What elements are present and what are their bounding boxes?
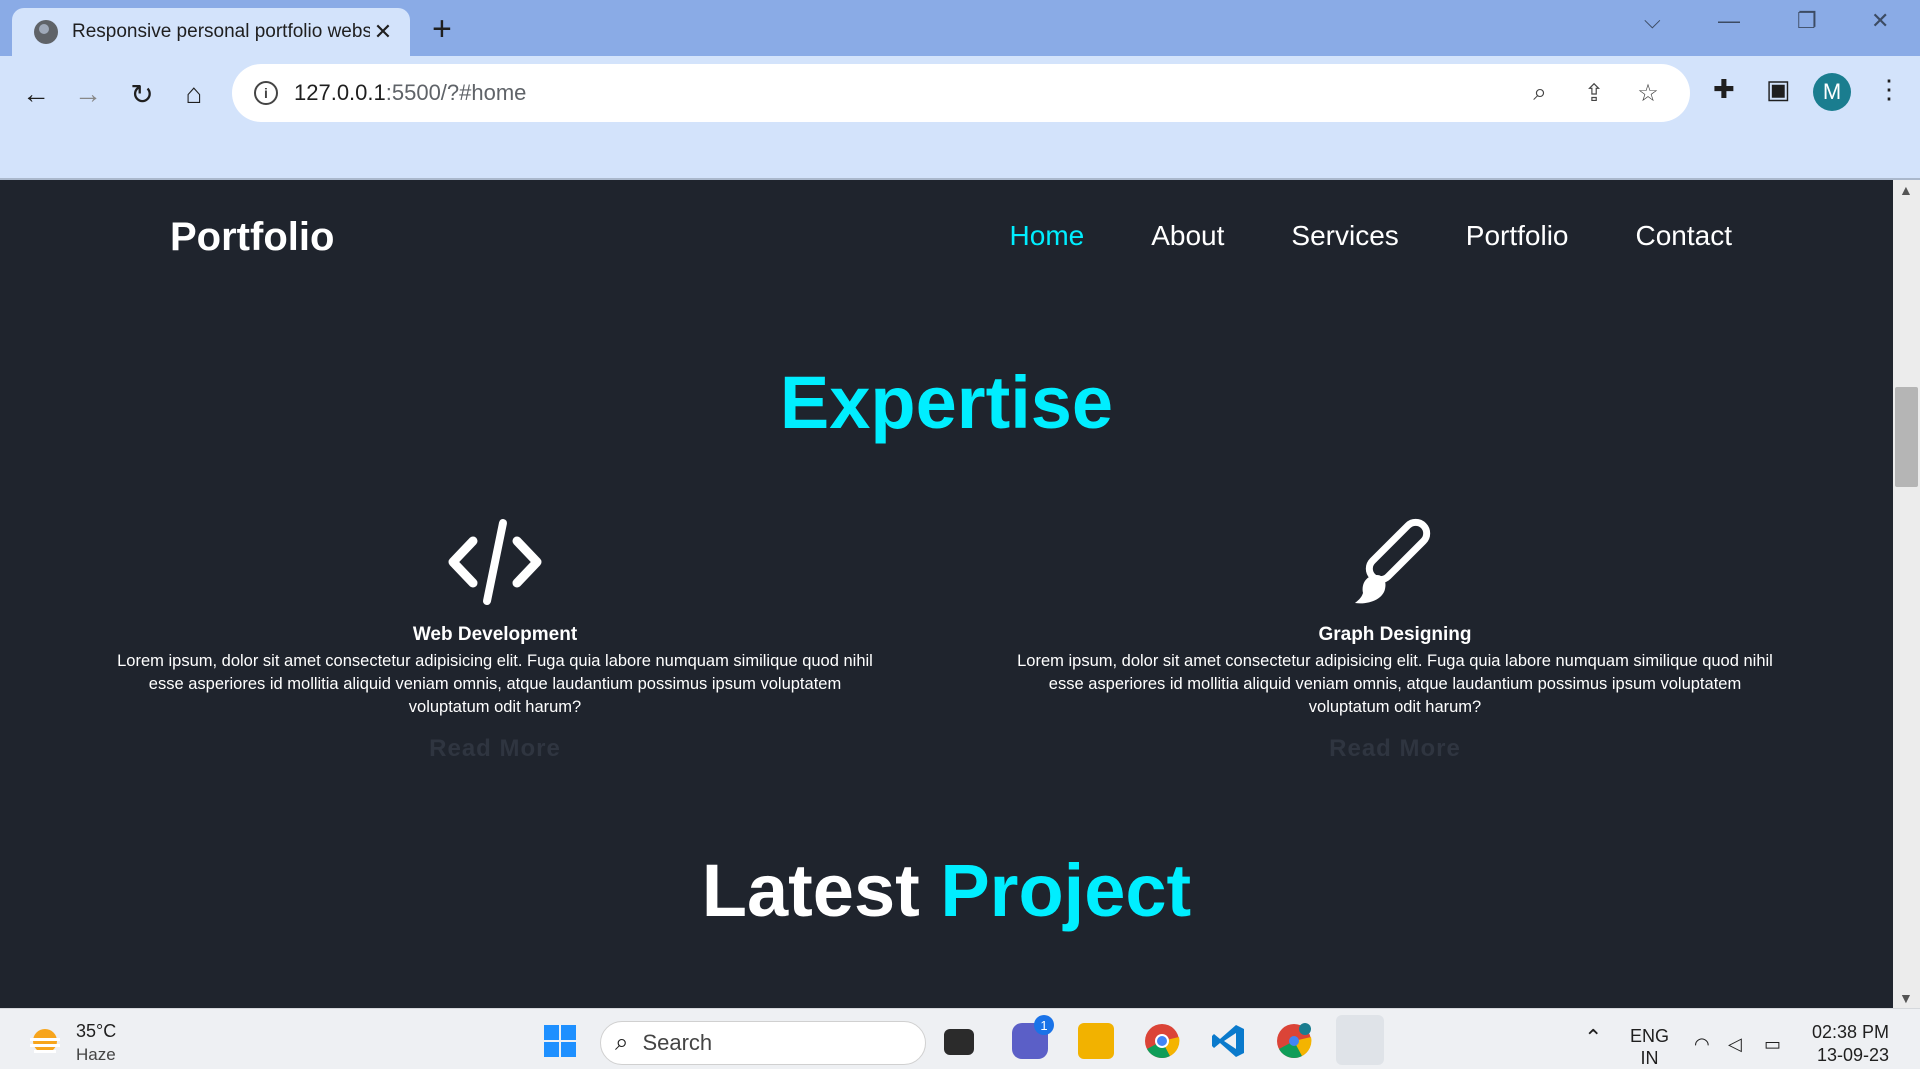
card-title: Web Development [412, 624, 578, 645]
weather-description[interactable]: Haze [76, 1045, 116, 1065]
show-hidden-icons-chevron-icon[interactable]: ⌃ [1584, 1027, 1602, 1049]
url-text[interactable]: 127.0.0.1:5500/?#home [294, 80, 1506, 106]
language-code: ENG [1630, 1026, 1670, 1046]
card-text: Lorem ipsum, dolor sit amet consectetur … [117, 652, 873, 716]
card-title: Graph Designing [1318, 624, 1472, 645]
taskbar-search-box[interactable]: ⌕ Search [600, 1021, 926, 1065]
page-scrollbar[interactable]: ▲ ▼ [1893, 180, 1920, 1008]
read-more-link[interactable]: Read More [429, 735, 561, 763]
taskbar-clock[interactable]: 02:38 PM 13-09-23 [1812, 1021, 1889, 1067]
chrome-icon[interactable] [1144, 1023, 1180, 1059]
paintbrush-icon [1000, 514, 1790, 610]
scroll-up-arrow-icon[interactable]: ▲ [1899, 182, 1913, 198]
forward-arrow-icon[interactable]: → [68, 74, 108, 114]
latest-project-heading-white: Latest [701, 849, 920, 932]
region-code: IN [1640, 1048, 1659, 1068]
read-more-link[interactable]: Read More [1329, 735, 1461, 763]
menu-kebab-icon[interactable]: ⋮ [1876, 74, 1902, 105]
zoom-icon[interactable]: ⌕ [1520, 79, 1560, 107]
latest-project-heading: Latest Project [0, 848, 1893, 933]
wifi-icon[interactable]: ◠ [1694, 1033, 1710, 1055]
side-panel-icon[interactable]: ▣ [1766, 74, 1791, 105]
site-nav: Home About Services Portfolio Contact [1010, 220, 1732, 252]
browser-tab-strip: Responsive personal portfolio websi ✕ + … [0, 0, 1920, 56]
restore-button[interactable]: ❐ [1797, 8, 1817, 34]
vscode-icon[interactable] [1210, 1023, 1246, 1059]
back-arrow-icon[interactable]: ← [16, 74, 56, 114]
nav-about-link[interactable]: About [1151, 220, 1224, 252]
expertise-card-design: Graph Designing Lorem ipsum, dolor sit a… [1000, 514, 1790, 763]
close-tab-button[interactable]: ✕ [370, 19, 396, 45]
teams-chat-icon[interactable]: 1 [1012, 1015, 1054, 1059]
expertise-card-web: Web Development Lorem ipsum, dolor sit a… [100, 514, 890, 763]
card-text: Lorem ipsum, dolor sit amet consectetur … [1017, 652, 1773, 716]
globe-icon [34, 20, 58, 44]
task-view-icon[interactable] [944, 1029, 974, 1055]
clock-date: 13-09-23 [1816, 1045, 1890, 1065]
taskbar-search-placeholder: Search [642, 1030, 713, 1055]
new-tab-button[interactable]: + [432, 10, 452, 49]
nav-portfolio-link[interactable]: Portfolio [1466, 220, 1569, 252]
haze-weather-icon[interactable] [28, 1027, 62, 1057]
home-icon[interactable]: ⌂ [174, 74, 214, 114]
nav-contact-link[interactable]: Contact [1636, 220, 1733, 252]
site-header: Portfolio Home About Services Portfolio … [0, 180, 1893, 300]
browser-tab[interactable]: Responsive personal portfolio websi ✕ [12, 8, 410, 56]
clock-time: 02:38 PM [1812, 1022, 1890, 1042]
bookmark-star-icon[interactable]: ☆ [1628, 79, 1668, 108]
address-bar[interactable]: i 127.0.0.1:5500/?#home ⌕ ⇪ ☆ [232, 64, 1690, 122]
site-info-icon[interactable]: i [254, 81, 278, 105]
windows-taskbar: 35°C Haze ⌕ Search 1 ⌃ ENG IN ◠ ◁ ▭ 02:3… [0, 1008, 1920, 1069]
weather-temperature[interactable]: 35°C [76, 1021, 116, 1042]
search-icon: ⌕ [615, 1029, 629, 1056]
scrollbar-thumb[interactable] [1895, 387, 1918, 487]
minimize-button[interactable]: — [1718, 8, 1740, 34]
nav-home-link[interactable]: Home [1010, 220, 1085, 252]
site-logo[interactable]: Portfolio [170, 215, 334, 260]
page-viewport: Portfolio Home About Services Portfolio … [0, 180, 1893, 1008]
tab-search-icon[interactable]: ⌵ [1644, 8, 1661, 34]
close-window-button[interactable]: ✕ [1871, 8, 1889, 34]
battery-icon[interactable]: ▭ [1764, 1033, 1781, 1055]
volume-icon[interactable]: ◁ [1728, 1033, 1742, 1055]
extensions-puzzle-icon[interactable]: ✚ [1713, 74, 1735, 105]
code-icon [100, 514, 890, 610]
expertise-heading: Expertise [779, 361, 1114, 444]
windows-start-icon[interactable] [542, 1023, 578, 1059]
snipping-tool-icon[interactable] [1336, 1015, 1384, 1065]
tab-title: Responsive personal portfolio websi [72, 21, 370, 42]
chrome-profile-icon[interactable] [1276, 1023, 1312, 1059]
teams-notification-badge: 1 [1034, 1015, 1054, 1035]
scroll-down-arrow-icon[interactable]: ▼ [1899, 990, 1913, 1006]
browser-toolbar: ← → ↻ ⌂ i 127.0.0.1:5500/?#home ⌕ ⇪ ☆ ✚ … [0, 56, 1920, 180]
share-icon[interactable]: ⇪ [1574, 79, 1614, 108]
profile-avatar[interactable]: M [1813, 73, 1851, 111]
input-language-indicator[interactable]: ENG IN [1630, 1025, 1669, 1069]
reload-icon[interactable]: ↻ [122, 74, 162, 114]
file-explorer-icon[interactable] [1078, 1023, 1114, 1059]
latest-project-heading-accent: Project [940, 849, 1192, 932]
nav-services-link[interactable]: Services [1291, 220, 1398, 252]
